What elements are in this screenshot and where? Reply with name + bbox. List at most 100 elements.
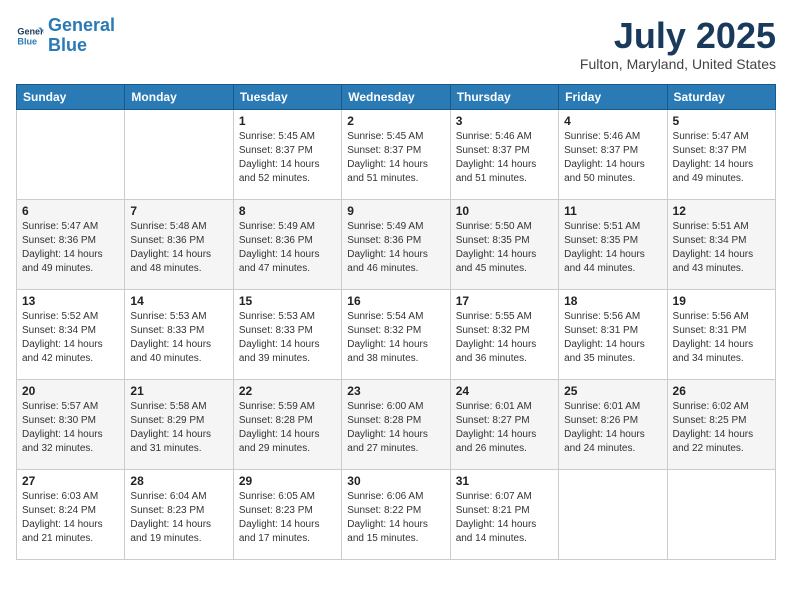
day-info: Sunrise: 5:45 AM Sunset: 8:37 PM Dayligh… (239, 130, 336, 186)
day-info: Sunrise: 5:54 AM Sunset: 8:32 PM Dayligh… (347, 310, 444, 366)
calendar-cell: 14 Sunrise: 5:53 AM Sunset: 8:33 PM Dayli… (125, 289, 233, 379)
weekday-header-sunday: Sunday (17, 84, 125, 109)
day-number: 13 (22, 294, 119, 308)
calendar-cell: 25 Sunrise: 6:01 AM Sunset: 8:26 PM Dayli… (559, 379, 667, 469)
calendar-cell: 31 Sunrise: 6:07 AM Sunset: 8:21 PM Dayli… (450, 469, 558, 559)
calendar-week-row: 13 Sunrise: 5:52 AM Sunset: 8:34 PM Dayli… (17, 289, 776, 379)
calendar-cell: 12 Sunrise: 5:51 AM Sunset: 8:34 PM Dayli… (667, 199, 775, 289)
calendar-cell: 29 Sunrise: 6:05 AM Sunset: 8:23 PM Dayli… (233, 469, 341, 559)
calendar-cell: 15Sunrise: 5:53 AM Sunset: 8:33 PM Dayli… (233, 289, 341, 379)
day-number: 12 (673, 204, 770, 218)
day-info: Sunrise: 6:06 AM Sunset: 8:22 PM Dayligh… (347, 490, 444, 546)
weekday-header-wednesday: Wednesday (342, 84, 450, 109)
calendar-cell (125, 109, 233, 199)
calendar-cell: 11Sunrise: 5:51 AM Sunset: 8:35 PM Dayli… (559, 199, 667, 289)
calendar-cell: 9Sunrise: 5:49 AM Sunset: 8:36 PM Daylig… (342, 199, 450, 289)
svg-text:Blue: Blue (17, 36, 37, 46)
logo-text: General Blue (48, 16, 115, 56)
logo-icon: General Blue (16, 22, 44, 50)
calendar-cell: 8Sunrise: 5:49 AM Sunset: 8:36 PM Daylig… (233, 199, 341, 289)
day-info: Sunrise: 6:07 AM Sunset: 8:21 PM Dayligh… (456, 490, 553, 546)
calendar-week-row: 27Sunrise: 6:03 AM Sunset: 8:24 PM Dayli… (17, 469, 776, 559)
day-info: Sunrise: 6:02 AM Sunset: 8:25 PM Dayligh… (673, 400, 770, 456)
day-info: Sunrise: 5:47 AM Sunset: 8:37 PM Dayligh… (673, 130, 770, 186)
day-info: Sunrise: 5:51 AM Sunset: 8:34 PM Dayligh… (673, 220, 770, 276)
day-number: 7 (130, 204, 227, 218)
calendar-week-row: 1Sunrise: 5:45 AM Sunset: 8:37 PM Daylig… (17, 109, 776, 199)
calendar-cell: 1Sunrise: 5:45 AM Sunset: 8:37 PM Daylig… (233, 109, 341, 199)
page-header: General Blue General Blue July 2025 Fult… (16, 16, 776, 72)
day-number: 30 (347, 474, 444, 488)
calendar-cell: 20 Sunrise: 5:57 AM Sunset: 8:30 PM Dayli… (17, 379, 125, 469)
day-number: 3 (456, 114, 553, 128)
calendar-cell: 17 Sunrise: 5:55 AM Sunset: 8:32 PM Dayli… (450, 289, 558, 379)
weekday-header-saturday: Saturday (667, 84, 775, 109)
weekday-header-monday: Monday (125, 84, 233, 109)
calendar-week-row: 6Sunrise: 5:47 AM Sunset: 8:36 PM Daylig… (17, 199, 776, 289)
day-number: 2 (347, 114, 444, 128)
day-info: Sunrise: 6:03 AM Sunset: 8:24 PM Dayligh… (22, 490, 119, 546)
calendar-cell: 27Sunrise: 6:03 AM Sunset: 8:24 PM Dayli… (17, 469, 125, 559)
calendar-cell: 18Sunrise: 5:56 AM Sunset: 8:31 PM Dayli… (559, 289, 667, 379)
weekday-header-friday: Friday (559, 84, 667, 109)
day-number: 14 (130, 294, 227, 308)
calendar-cell (559, 469, 667, 559)
month-title: July 2025 (580, 16, 776, 56)
day-info: Sunrise: 5:46 AM Sunset: 8:37 PM Dayligh… (564, 130, 661, 186)
day-info: Sunrise: 5:58 AM Sunset: 8:29 PM Dayligh… (130, 400, 227, 456)
day-info: Sunrise: 5:49 AM Sunset: 8:36 PM Dayligh… (347, 220, 444, 276)
day-info: Sunrise: 5:49 AM Sunset: 8:36 PM Dayligh… (239, 220, 336, 276)
day-info: Sunrise: 6:01 AM Sunset: 8:26 PM Dayligh… (564, 400, 661, 456)
calendar-week-row: 20 Sunrise: 5:57 AM Sunset: 8:30 PM Dayli… (17, 379, 776, 469)
day-number: 26 (673, 384, 770, 398)
day-info: Sunrise: 6:05 AM Sunset: 8:23 PM Dayligh… (239, 490, 336, 546)
day-number: 6 (22, 204, 119, 218)
day-info: Sunrise: 5:59 AM Sunset: 8:28 PM Dayligh… (239, 400, 336, 456)
calendar-cell: 22Sunrise: 5:59 AM Sunset: 8:28 PM Dayli… (233, 379, 341, 469)
calendar-cell (667, 469, 775, 559)
day-number: 18 (564, 294, 661, 308)
calendar-cell: 7Sunrise: 5:48 AM Sunset: 8:36 PM Daylig… (125, 199, 233, 289)
calendar-cell: 23 Sunrise: 6:00 AM Sunset: 8:28 PM Dayli… (342, 379, 450, 469)
day-number: 17 (456, 294, 553, 308)
day-number: 25 (564, 384, 661, 398)
calendar-cell: 26 Sunrise: 6:02 AM Sunset: 8:25 PM Dayli… (667, 379, 775, 469)
calendar-cell: 3 Sunrise: 5:46 AM Sunset: 8:37 PM Daylig… (450, 109, 558, 199)
title-block: July 2025 Fulton, Maryland, United State… (580, 16, 776, 72)
calendar-cell: 10 Sunrise: 5:50 AM Sunset: 8:35 PM Dayli… (450, 199, 558, 289)
calendar-cell: 30 Sunrise: 6:06 AM Sunset: 8:22 PM Dayli… (342, 469, 450, 559)
day-number: 16 (347, 294, 444, 308)
day-number: 11 (564, 204, 661, 218)
day-number: 5 (673, 114, 770, 128)
day-number: 29 (239, 474, 336, 488)
calendar-table: SundayMondayTuesdayWednesdayThursdayFrid… (16, 84, 776, 560)
calendar-cell: 28Sunrise: 6:04 AM Sunset: 8:23 PM Dayli… (125, 469, 233, 559)
day-number: 10 (456, 204, 553, 218)
day-info: Sunrise: 6:00 AM Sunset: 8:28 PM Dayligh… (347, 400, 444, 456)
logo-line1: General (48, 15, 115, 35)
calendar-cell: 19Sunrise: 5:56 AM Sunset: 8:31 PM Dayli… (667, 289, 775, 379)
calendar-cell: 5 Sunrise: 5:47 AM Sunset: 8:37 PM Daylig… (667, 109, 775, 199)
day-info: Sunrise: 5:57 AM Sunset: 8:30 PM Dayligh… (22, 400, 119, 456)
calendar-cell: 2Sunrise: 5:45 AM Sunset: 8:37 PM Daylig… (342, 109, 450, 199)
weekday-header-tuesday: Tuesday (233, 84, 341, 109)
day-info: Sunrise: 5:55 AM Sunset: 8:32 PM Dayligh… (456, 310, 553, 366)
calendar-cell: 24Sunrise: 6:01 AM Sunset: 8:27 PM Dayli… (450, 379, 558, 469)
day-number: 31 (456, 474, 553, 488)
calendar-cell: 21 Sunrise: 5:58 AM Sunset: 8:29 PM Dayli… (125, 379, 233, 469)
day-info: Sunrise: 5:53 AM Sunset: 8:33 PM Dayligh… (130, 310, 227, 366)
logo-line2: Blue (48, 35, 87, 55)
calendar-cell: 13 Sunrise: 5:52 AM Sunset: 8:34 PM Dayli… (17, 289, 125, 379)
day-number: 23 (347, 384, 444, 398)
day-info: Sunrise: 5:46 AM Sunset: 8:37 PM Dayligh… (456, 130, 553, 186)
calendar-cell (17, 109, 125, 199)
calendar-cell: 4Sunrise: 5:46 AM Sunset: 8:37 PM Daylig… (559, 109, 667, 199)
day-info: Sunrise: 5:52 AM Sunset: 8:34 PM Dayligh… (22, 310, 119, 366)
day-info: Sunrise: 5:50 AM Sunset: 8:35 PM Dayligh… (456, 220, 553, 276)
weekday-header-row: SundayMondayTuesdayWednesdayThursdayFrid… (17, 84, 776, 109)
logo: General Blue General Blue (16, 16, 115, 56)
day-info: Sunrise: 6:01 AM Sunset: 8:27 PM Dayligh… (456, 400, 553, 456)
day-number: 20 (22, 384, 119, 398)
day-number: 21 (130, 384, 227, 398)
day-info: Sunrise: 5:53 AM Sunset: 8:33 PM Dayligh… (239, 310, 336, 366)
